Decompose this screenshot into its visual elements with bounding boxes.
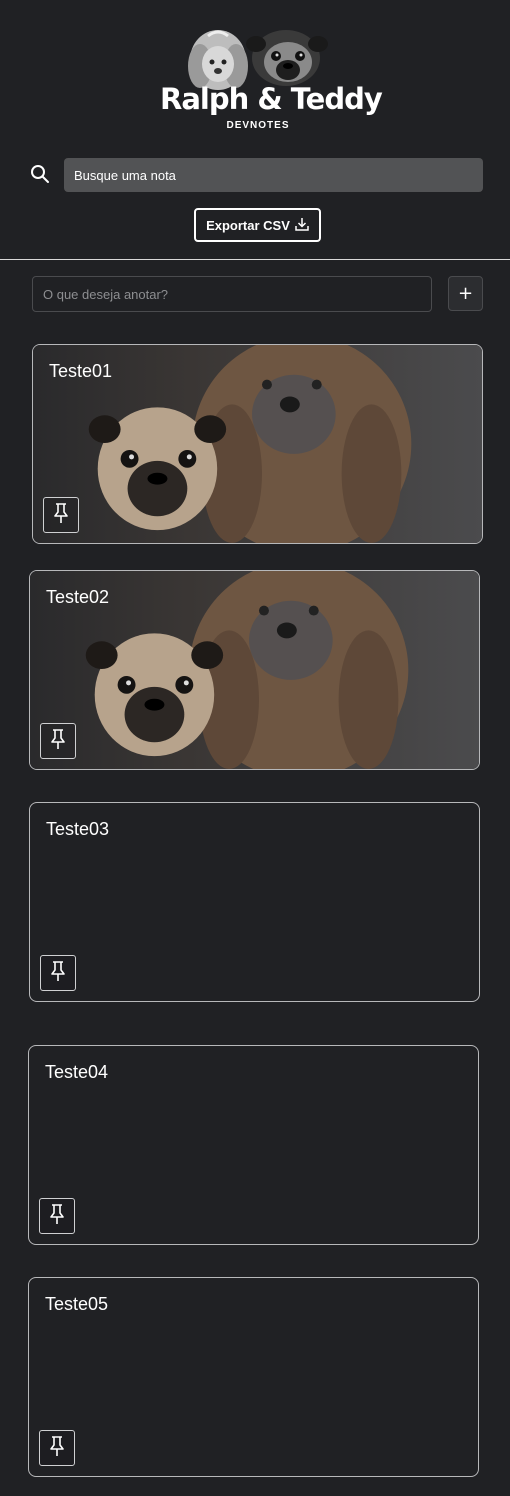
download-icon (295, 217, 309, 234)
logo-title: Ralph & Teddy (160, 82, 383, 116)
pin-icon (48, 1435, 66, 1462)
pin-button[interactable] (40, 955, 76, 991)
app-header: Ralph & Teddy DEVNOTES Exportar CSV (0, 0, 510, 260)
new-note-input[interactable] (32, 276, 432, 312)
pin-icon (49, 960, 67, 987)
note-card[interactable]: Teste03 (29, 802, 480, 1002)
note-title: Teste04 (45, 1062, 109, 1082)
note-card[interactable]: Teste01 (32, 344, 483, 544)
pin-button[interactable] (39, 1430, 75, 1466)
pin-icon (49, 728, 67, 755)
note-card[interactable]: Teste04 (28, 1045, 479, 1245)
pin-button[interactable] (40, 723, 76, 759)
note-card[interactable]: Teste02 (29, 570, 480, 770)
pin-button[interactable] (39, 1198, 75, 1234)
export-csv-label: Exportar CSV (206, 217, 290, 233)
search-icon[interactable] (30, 164, 50, 184)
note-title: Teste02 (46, 587, 110, 607)
note-title: Teste01 (49, 361, 113, 381)
pin-icon (52, 502, 70, 529)
export-csv-button[interactable]: Exportar CSV (194, 208, 321, 242)
note-card[interactable]: Teste05 (28, 1277, 479, 1477)
pin-icon (48, 1203, 66, 1230)
add-note-button[interactable]: + (448, 276, 483, 311)
logo-subtitle: DEVNOTES (226, 120, 290, 131)
note-title: Teste05 (45, 1294, 109, 1314)
logo: Ralph & Teddy DEVNOTES (160, 24, 383, 134)
pin-button[interactable] (43, 497, 79, 533)
note-title: Teste03 (46, 819, 110, 839)
search-input[interactable] (64, 158, 483, 192)
